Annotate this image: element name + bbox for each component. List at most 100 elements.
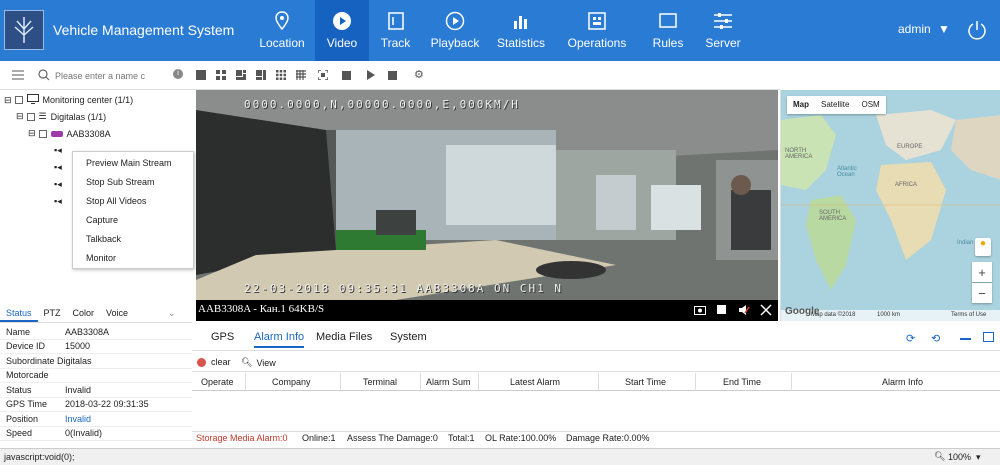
fullscreen-icon[interactable] bbox=[317, 69, 329, 81]
zoom-in-button[interactable]: + bbox=[972, 262, 992, 282]
top-header: Vehicle Management System Location Video… bbox=[0, 0, 1000, 61]
map-tab-map[interactable]: Map bbox=[787, 96, 815, 114]
refresh-export-icon[interactable]: ⟳ bbox=[906, 332, 915, 345]
tree-group-label: Digitalas (1/1) bbox=[50, 111, 107, 122]
search-input[interactable] bbox=[55, 69, 157, 83]
map-tab-osm[interactable]: OSM bbox=[855, 96, 885, 114]
video-caption-bar: AAB3308A - Кан.1 64KB/S bbox=[196, 300, 778, 321]
zoom-out-button[interactable]: − bbox=[972, 283, 992, 303]
col-alarm-sum[interactable]: Alarm Sum bbox=[426, 377, 471, 387]
nav-server-label: Server bbox=[705, 36, 741, 50]
tab-status[interactable]: Status bbox=[0, 305, 38, 322]
zoom-level[interactable]: 100% bbox=[948, 452, 971, 462]
layout-4-icon[interactable] bbox=[216, 70, 226, 80]
maximize-icon[interactable] bbox=[983, 332, 994, 342]
layout-9-icon[interactable] bbox=[276, 70, 286, 80]
menu-capture[interactable]: Capture bbox=[86, 215, 118, 225]
tree-channel-4[interactable]: ▪◂ bbox=[54, 196, 62, 207]
nav-video[interactable]: Video bbox=[315, 0, 369, 61]
fullscreen-icon[interactable] bbox=[760, 304, 772, 319]
tree-root-label: Monitoring center (1/1) bbox=[42, 95, 134, 105]
gear-icon[interactable]: ⚙ bbox=[414, 68, 424, 81]
stop-all-icon[interactable] bbox=[388, 70, 398, 80]
nav-rules[interactable]: Rules bbox=[640, 0, 696, 61]
tab-alarm-info[interactable]: Alarm Info bbox=[254, 331, 305, 348]
nav-playback[interactable]: Playback bbox=[422, 0, 488, 61]
col-terminal[interactable]: Terminal bbox=[363, 377, 397, 387]
col-end-time[interactable]: End Time bbox=[723, 377, 761, 387]
nav-location[interactable]: Location bbox=[249, 0, 315, 61]
clear-button[interactable]: clear bbox=[197, 357, 231, 367]
camera-snapshot-icon[interactable] bbox=[694, 304, 706, 318]
col-alarm-info[interactable]: Alarm Info bbox=[882, 377, 923, 387]
menu-preview-main-stream[interactable]: Preview Main Stream bbox=[86, 158, 172, 168]
mute-icon[interactable] bbox=[738, 304, 750, 319]
alarm-stats-bar: Storage Media Alarm:0 Online:1 Assess Th… bbox=[192, 431, 1000, 445]
tree-vehicle-checkbox[interactable] bbox=[38, 129, 47, 138]
tree-channel-3[interactable]: ▪◂ bbox=[54, 179, 62, 190]
nav-track[interactable]: Track bbox=[369, 0, 422, 61]
settings-export-icon[interactable]: ⟲ bbox=[931, 332, 940, 345]
world-map bbox=[781, 110, 1000, 290]
nav-operations[interactable]: Operations bbox=[554, 0, 640, 61]
map-terms-link[interactable]: Terms of Use bbox=[951, 312, 986, 318]
tree-channel-2[interactable]: ▪◂ bbox=[54, 162, 62, 173]
map-label-north-america: NORTH AMERICA bbox=[785, 148, 813, 160]
menu-talkback[interactable]: Talkback bbox=[86, 234, 121, 244]
menu-stop-sub-stream[interactable]: Stop Sub Stream bbox=[86, 177, 155, 187]
info-icon[interactable]: i bbox=[173, 69, 183, 79]
stop-video-icon[interactable] bbox=[717, 305, 726, 314]
collapse-icon[interactable]: ⊟ bbox=[16, 111, 24, 122]
tab-media-files[interactable]: Media Files bbox=[316, 331, 372, 343]
user-menu[interactable]: admin ▼ bbox=[898, 22, 950, 36]
monitor-icon bbox=[26, 94, 39, 106]
video-player[interactable]: 0000.0000,N,00000.0000,E,000KM/H 22-03-2… bbox=[196, 90, 778, 300]
tab-voice[interactable]: Voice bbox=[100, 305, 134, 322]
collapse-icon[interactable]: ⊟ bbox=[4, 95, 12, 106]
nav-server[interactable]: Server bbox=[696, 0, 750, 61]
stop-icon[interactable] bbox=[342, 70, 352, 80]
power-icon[interactable] bbox=[966, 19, 988, 41]
layout-8-icon[interactable] bbox=[256, 70, 266, 80]
map-tab-satellite[interactable]: Satellite bbox=[815, 96, 855, 114]
tree-root-checkbox[interactable] bbox=[14, 96, 23, 104]
map-data-credit: Map data ©2018 bbox=[811, 312, 856, 318]
status-row: Name AAB3308A bbox=[0, 325, 192, 340]
column-divider bbox=[695, 373, 696, 391]
col-start-time[interactable]: Start Time bbox=[625, 377, 666, 387]
menu-stop-all-videos[interactable]: Stop All Videos bbox=[86, 196, 146, 206]
layout-6-icon[interactable] bbox=[236, 70, 246, 80]
col-company[interactable]: Company bbox=[272, 377, 311, 387]
minimize-icon[interactable] bbox=[960, 338, 971, 340]
tree-vehicle[interactable]: ⊟ AAB3308A bbox=[28, 128, 111, 139]
tab-system[interactable]: System bbox=[390, 331, 427, 343]
nav-statistics[interactable]: Statistics bbox=[488, 0, 554, 61]
alarm-toolbar: clear 🔍︎ View bbox=[192, 352, 1000, 372]
status-row: GPS Time 2018-03-22 09:31:35 bbox=[0, 398, 192, 412]
play-icon[interactable] bbox=[366, 70, 376, 80]
tab-ptz[interactable]: PTZ bbox=[38, 305, 67, 322]
menu-monitor[interactable]: Monitor bbox=[86, 253, 116, 263]
tab-color[interactable]: Color bbox=[67, 305, 101, 322]
tree-group-checkbox[interactable] bbox=[26, 112, 35, 121]
layout-16-icon[interactable] bbox=[296, 70, 306, 80]
status-value[interactable]: Invalid bbox=[65, 414, 192, 424]
tree-root[interactable]: ⊟ Monitoring center (1/1) bbox=[4, 94, 133, 106]
chevron-down-icon[interactable]: ▾ bbox=[976, 452, 981, 463]
tree-channel-1[interactable]: ▪◂ bbox=[54, 145, 62, 156]
collapse-icon[interactable]: ⊟ bbox=[28, 128, 36, 139]
col-operate[interactable]: Operate bbox=[201, 377, 234, 387]
search-icon bbox=[38, 69, 50, 83]
layout-1-icon[interactable] bbox=[196, 70, 206, 80]
camera-icon: ▪◂ bbox=[54, 196, 62, 206]
street-view-icon[interactable]: ● bbox=[975, 238, 991, 256]
storage-media-alarm[interactable]: Storage Media Alarm:0 bbox=[196, 433, 288, 443]
view-button[interactable]: 🔍︎ View bbox=[241, 357, 276, 368]
video-toolbar: ⚙ bbox=[192, 61, 780, 90]
tree-group[interactable]: ⊟ ☰ Digitalas (1/1) bbox=[16, 111, 106, 122]
double-chevron-down-icon[interactable]: ⌄ bbox=[168, 308, 176, 319]
col-latest-alarm[interactable]: Latest Alarm bbox=[510, 377, 560, 387]
map-panel[interactable]: Map Satellite OSM NORTH AMERICA EUROPE A… bbox=[780, 90, 1000, 321]
list-icon[interactable] bbox=[12, 70, 24, 82]
tab-gps[interactable]: GPS bbox=[211, 331, 234, 343]
